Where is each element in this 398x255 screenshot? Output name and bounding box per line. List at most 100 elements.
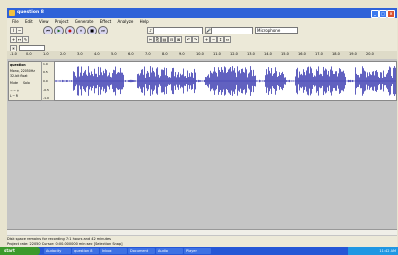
waveform-bar [120,67,121,95]
taskbar-item[interactable]: Audio [156,248,183,254]
waveform-bar [266,69,267,93]
waveform-bar [332,70,333,92]
track-area[interactable]: question Mono, 22050Hz 32-bit float Mute… [7,59,397,236]
fit-project-icon[interactable]: ⇔ [224,36,231,43]
taskbar-item[interactable]: Document [128,248,155,254]
waveform-bar [280,74,281,88]
zoom-out-icon[interactable]: − [210,36,217,43]
minimize-button[interactable]: _ [371,9,379,18]
waveform-bar [374,75,375,87]
ruler-tick: 1.0 [43,52,49,56]
waveform-bar [348,79,349,83]
waveform-bar [55,80,56,82]
waveform-bar [213,71,214,91]
waveform-bar [355,67,356,95]
waveform-bar [161,69,162,93]
waveform-bar [394,66,395,96]
waveform-bar [87,75,88,87]
fit-selection-icon[interactable]: ↕ [217,36,224,43]
start-button[interactable]: start [0,247,40,255]
menu-effect[interactable]: Effect [100,18,112,25]
ruler-tick: 14.0 [264,52,272,56]
waveform-bar [98,66,99,96]
clock[interactable]: 11:42 AM [379,249,396,253]
waveform-bar [65,80,66,82]
taskbar-item[interactable]: Inbox [100,248,127,254]
draw-tool-icon[interactable]: ✎ [22,36,29,43]
waveform-bar [100,67,101,95]
trim-icon[interactable]: ⊟ [168,36,175,43]
waveform-display[interactable] [54,61,397,101]
menu-project[interactable]: Project [55,18,69,25]
taskbar-item[interactable]: Audacity [44,248,71,254]
waveform-bar [272,75,273,87]
paste-icon[interactable]: ▤ [161,36,168,43]
menu-help[interactable]: Help [140,18,149,25]
waveform-bar [169,77,170,85]
waveform-bar [196,80,197,82]
waveform-bar [330,69,331,93]
cut-icon[interactable]: ✂ [147,36,154,43]
waveform-bar [337,76,338,86]
waveform-bar [77,66,78,96]
waveform-bar [302,75,303,87]
menu-generate[interactable]: Generate [75,18,94,25]
scale-label: -0.5 [43,88,49,92]
title-bar[interactable]: question 8 _ □ × [7,8,397,18]
waveform-bar [151,72,152,90]
waveform-bar [393,67,394,95]
waveform-bar [137,74,138,88]
track-name[interactable]: question [10,63,26,67]
envelope-tool-icon[interactable]: ~ [16,27,23,34]
zoom-in-icon[interactable]: + [203,36,210,43]
ruler-tick: 4.0 [94,52,100,56]
waveform-bar [357,75,358,87]
gain-slider[interactable]: − ─ + [10,89,19,93]
waveform-bar [318,66,319,96]
menu-view[interactable]: View [39,18,49,25]
waveform-bar [373,71,374,91]
waveform-bar [177,74,178,88]
waveform-bar [365,71,366,91]
waveform-bar [181,75,182,87]
waveform-bar [70,80,71,82]
waveform-bar [163,70,164,92]
ruler-tick: 15.0 [281,52,289,56]
waveform-bar [314,75,315,87]
waveform-bar [130,79,131,83]
maximize-button[interactable]: □ [379,9,387,18]
waveform-bar [176,77,177,85]
close-button[interactable]: × [387,9,395,18]
waveform-bar [91,71,92,91]
scale-label: 0.0 [43,79,48,83]
toolbar-row-1: I ~ ⏮ ▶ ● ⏸ ■ ⏭ ♪ 🎤 Microphone [7,25,397,36]
redo-icon[interactable]: ↷ [192,36,199,43]
horizontal-scrollbar[interactable] [7,229,397,235]
pan-slider[interactable]: L ─ R [10,94,18,98]
waveform-bar [219,70,220,92]
waveform-bar [377,72,378,90]
menu-file[interactable]: File [12,18,19,25]
waveform-bar [82,75,83,87]
copy-icon[interactable]: ⎘ [154,36,161,43]
waveform-bar [308,66,309,96]
waveform-bar [273,73,274,89]
waveform-bar [231,71,232,91]
waveform-bar [76,77,77,85]
mute-button[interactable]: Mute [10,81,18,85]
waveform-bar [312,73,313,89]
track-control-panel[interactable]: question Mono, 22050Hz 32-bit float Mute… [8,61,42,101]
waveform-bar [351,80,352,82]
waveform-bar [287,80,288,82]
taskbar-item[interactable]: Player [184,248,211,254]
waveform-bar [253,69,254,93]
waveform-bar [108,75,109,87]
solo-button[interactable]: Solo [23,81,30,85]
waveform-bar [259,79,260,83]
taskbar-item[interactable]: question 8 [72,248,99,254]
undo-icon[interactable]: ↶ [185,36,192,43]
menu-edit[interactable]: Edit [25,18,33,25]
silence-icon[interactable]: ⊠ [175,36,182,43]
input-source-select[interactable]: Microphone [255,27,298,34]
menu-analyze[interactable]: Analyze [118,18,134,25]
